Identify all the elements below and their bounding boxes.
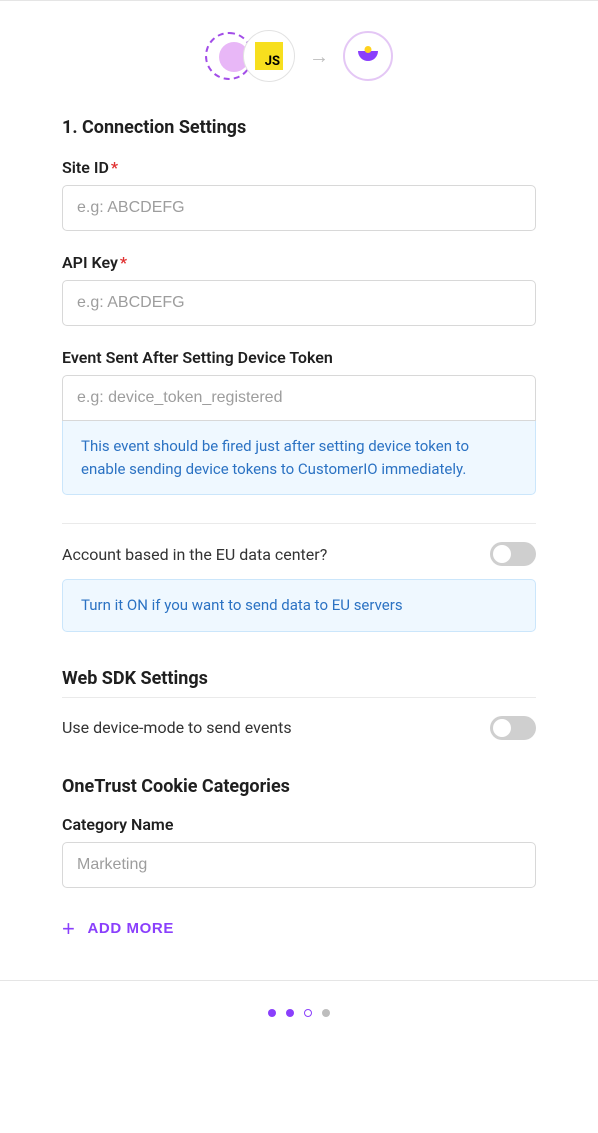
section-onetrust-title: OneTrust Cookie Categories (62, 776, 536, 797)
category-name-label: Category Name (62, 815, 536, 834)
event-info-box: This event should be fired just after se… (62, 420, 536, 495)
page-dot-2[interactable] (286, 1009, 294, 1017)
api-key-label: API Key* (62, 253, 536, 272)
page-dot-1[interactable] (268, 1009, 276, 1017)
arrow-right-icon: → (309, 44, 329, 69)
section-divider (62, 697, 536, 698)
customerio-logo-icon (358, 51, 378, 61)
site-id-label: Site ID* (62, 158, 536, 177)
source-icon-group: JS (205, 30, 295, 82)
js-badge-icon: JS (255, 42, 283, 70)
section-divider (62, 523, 536, 524)
eu-data-center-toggle[interactable] (490, 542, 536, 566)
add-more-button[interactable]: + ADD MORE (62, 918, 174, 940)
site-id-input[interactable] (62, 185, 536, 231)
site-id-label-text: Site ID (62, 158, 109, 177)
required-marker-icon: * (120, 253, 127, 272)
section-connection-settings-title: 1. Connection Settings (62, 117, 536, 138)
destination-icon (343, 31, 393, 81)
api-key-input[interactable] (62, 280, 536, 326)
required-marker-icon: * (111, 158, 118, 177)
pagination-dots (0, 980, 598, 1035)
category-name-input[interactable] (62, 842, 536, 888)
js-source-icon: JS (243, 30, 295, 82)
integration-flow-header: JS → (62, 29, 536, 83)
device-mode-toggle[interactable] (490, 716, 536, 740)
event-label: Event Sent After Setting Device Token (62, 348, 536, 367)
eu-toggle-label: Account based in the EU data center? (62, 545, 327, 564)
event-input[interactable] (62, 375, 536, 421)
device-mode-label: Use device-mode to send events (62, 718, 292, 737)
page-dot-4[interactable] (322, 1009, 330, 1017)
section-web-sdk-title: Web SDK Settings (62, 668, 536, 689)
page-dot-3-current[interactable] (304, 1009, 312, 1017)
add-more-label: ADD MORE (87, 920, 173, 937)
plus-icon: + (62, 918, 75, 940)
eu-toggle-info-box: Turn it ON if you want to send data to E… (62, 579, 536, 632)
api-key-label-text: API Key (62, 253, 118, 272)
